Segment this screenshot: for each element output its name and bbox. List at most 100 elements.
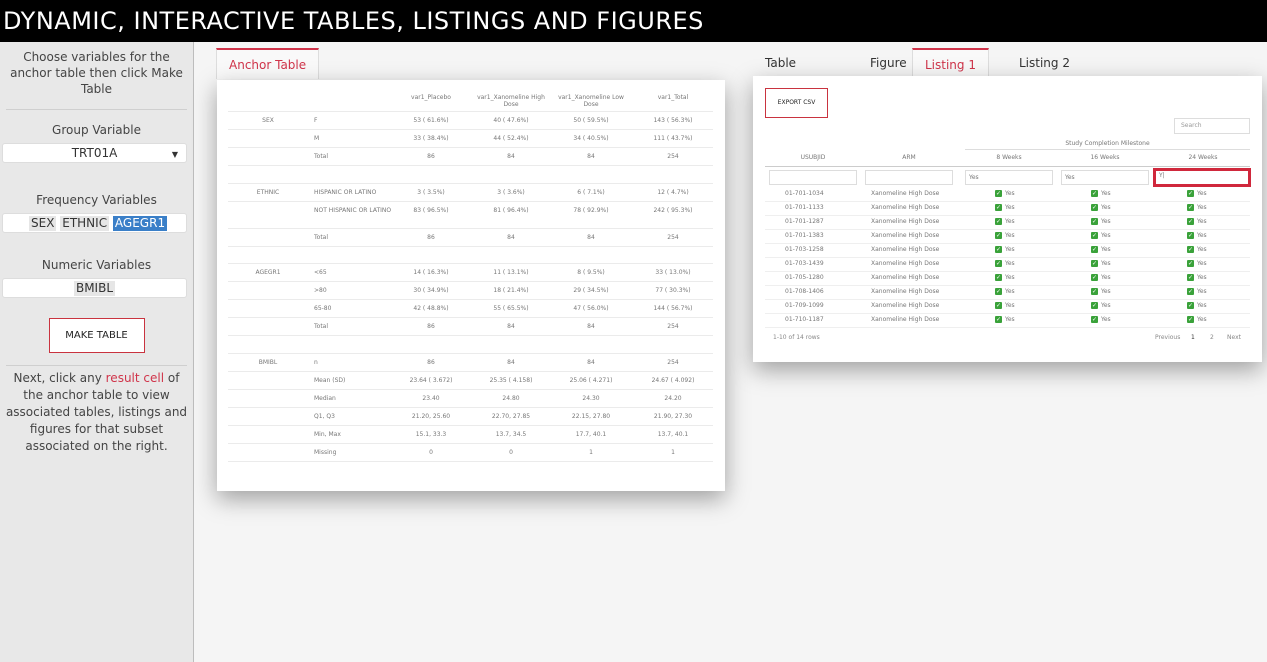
usubjid-cell: 01-708-1406 [785, 288, 824, 295]
tab-anchor-table[interactable]: Anchor Table [216, 48, 320, 79]
result-cell[interactable]: 86 [398, 234, 464, 241]
result-cell[interactable]: 23.40 [398, 395, 464, 402]
result-cell[interactable]: 86 [398, 359, 464, 366]
result-cell[interactable]: 15.1, 33.3 [398, 431, 464, 438]
result-cell[interactable]: 83 ( 96.5%) [398, 207, 464, 214]
anchor-label-cell: Q1, Q3 [314, 413, 335, 420]
col-16-weeks-header[interactable]: 16 Weeks [1061, 154, 1149, 164]
result-cell[interactable]: 77 ( 30.3%) [638, 287, 708, 294]
result-cell[interactable]: 84 [476, 359, 546, 366]
result-cell[interactable]: 12 ( 4.7%) [638, 189, 708, 196]
result-cell[interactable]: 0 [398, 449, 464, 456]
anchor-row: BMIBL n 86 84 84 254 [228, 354, 713, 372]
chip-sex[interactable]: SEX [29, 216, 57, 231]
result-cell[interactable]: 17.7, 40.1 [554, 431, 628, 438]
result-cell[interactable]: 55 ( 65.5%) [476, 305, 546, 312]
chip-bmibl[interactable]: BMIBL [73, 281, 116, 296]
result-cell[interactable]: 11 ( 13.1%) [476, 269, 546, 276]
result-cell[interactable]: 50 ( 59.5%) [554, 117, 628, 124]
result-cell[interactable]: 86 [398, 153, 464, 160]
result-cell[interactable]: 22.15, 27.80 [554, 413, 628, 420]
result-cell[interactable]: 13.7, 40.1 [638, 431, 708, 438]
result-cell[interactable]: 0 [476, 449, 546, 456]
result-cell[interactable]: 44 ( 52.4%) [476, 135, 546, 142]
result-cell[interactable]: 6 ( 7.1%) [554, 189, 628, 196]
check-icon: ✓ [1187, 260, 1194, 267]
result-cell[interactable]: 24.67 ( 4.092) [638, 377, 708, 384]
chip-ethnic[interactable]: ETHNIC [60, 216, 110, 231]
pagination-page-2[interactable]: 2 [1210, 334, 1214, 341]
result-cell[interactable]: 13.7, 34.5 [476, 431, 546, 438]
group-variable-select[interactable]: TRT01A ▼ [2, 143, 187, 163]
col-usubjid-filter-input[interactable] [769, 170, 857, 185]
result-cell[interactable]: 78 ( 92.9%) [554, 207, 628, 214]
pagination-previous[interactable]: Previous [1155, 334, 1180, 341]
pagination-next[interactable]: Next [1227, 334, 1241, 341]
result-cell[interactable]: 25.35 ( 4.158) [476, 377, 546, 384]
result-cell[interactable]: 30 ( 34.9%) [398, 287, 464, 294]
result-cell[interactable]: 254 [638, 153, 708, 160]
col-arm-filter-input[interactable] [865, 170, 953, 185]
col-24-weeks-filter-input[interactable]: Y| [1153, 168, 1251, 187]
result-cell[interactable]: 254 [638, 359, 708, 366]
result-cell[interactable]: 34 ( 40.5%) [554, 135, 628, 142]
tab-table[interactable]: Table [753, 48, 808, 79]
result-cell[interactable]: 14 ( 16.3%) [398, 269, 464, 276]
chip-agegr1[interactable]: AGEGR1 [112, 216, 168, 231]
result-cell[interactable]: 40 ( 47.6%) [476, 117, 546, 124]
result-cell[interactable]: 29 ( 34.5%) [554, 287, 628, 294]
result-cell[interactable]: 84 [554, 234, 628, 241]
result-cell[interactable]: 3 ( 3.6%) [476, 189, 546, 196]
result-cell[interactable]: 254 [638, 323, 708, 330]
col-usubjid-header[interactable]: USUBJID [769, 154, 857, 164]
result-cell[interactable]: 47 ( 56.0%) [554, 305, 628, 312]
result-cell[interactable]: 42 ( 48.8%) [398, 305, 464, 312]
result-cell[interactable]: 254 [638, 234, 708, 241]
col-8-weeks-header[interactable]: 8 Weeks [965, 154, 1053, 164]
result-cell[interactable]: 81 ( 96.4%) [476, 207, 546, 214]
result-cell[interactable]: 111 ( 43.7%) [638, 135, 708, 142]
result-cell[interactable]: 84 [554, 153, 628, 160]
export-csv-button[interactable]: EXPORT CSV [765, 88, 828, 118]
result-cell[interactable]: 23.64 ( 3.672) [398, 377, 464, 384]
result-cell[interactable]: 21.90, 27.30 [638, 413, 708, 420]
result-cell[interactable]: 18 ( 21.4%) [476, 287, 546, 294]
result-cell[interactable]: 24.80 [476, 395, 546, 402]
result-cell[interactable]: 24.20 [638, 395, 708, 402]
result-cell[interactable]: 33 ( 38.4%) [398, 135, 464, 142]
result-cell[interactable]: 1 [554, 449, 628, 456]
anchor-label-cell: n [314, 359, 318, 366]
tab-listing-2[interactable]: Listing 2 [1007, 48, 1082, 79]
result-cell[interactable]: 22.70, 27.85 [476, 413, 546, 420]
col-arm-header[interactable]: ARM [865, 154, 953, 164]
col-8-weeks-filter-input[interactable]: Yes [965, 170, 1053, 185]
result-cell[interactable]: 242 ( 95.3%) [638, 207, 708, 214]
result-cell[interactable]: 84 [476, 153, 546, 160]
result-cell[interactable]: 84 [554, 359, 628, 366]
result-cell[interactable]: 144 ( 56.7%) [638, 305, 708, 312]
search-input[interactable]: Search [1174, 118, 1250, 134]
milestone-cell: ✓ Yes [1091, 260, 1111, 267]
numeric-variables-input[interactable]: BMIBL [2, 278, 187, 298]
pagination-page-1[interactable]: 1 [1191, 334, 1195, 341]
frequency-variables-input[interactable]: SEX ETHNIC AGEGR1 [2, 213, 187, 233]
result-cell[interactable]: 86 [398, 323, 464, 330]
make-table-button[interactable]: MAKE TABLE [48, 318, 145, 353]
result-cell[interactable]: 21.20, 25.60 [398, 413, 464, 420]
result-cell[interactable]: 84 [476, 323, 546, 330]
result-cell[interactable]: 53 ( 61.6%) [398, 117, 464, 124]
result-cell[interactable]: 33 ( 13.0%) [638, 269, 708, 276]
result-cell[interactable]: 24.30 [554, 395, 628, 402]
tab-figure[interactable]: Figure [858, 48, 919, 79]
result-cell[interactable]: 25.06 ( 4.271) [554, 377, 628, 384]
col-24-weeks-header[interactable]: 24 Weeks [1157, 154, 1249, 164]
col-16-weeks-filter-input[interactable]: Yes [1061, 170, 1149, 185]
result-cell[interactable]: 8 ( 9.5%) [554, 269, 628, 276]
tab-listing-1[interactable]: Listing 1 [912, 48, 989, 79]
result-cell[interactable]: 3 ( 3.5%) [398, 189, 464, 196]
result-cell[interactable]: 84 [476, 234, 546, 241]
result-cell[interactable]: 84 [554, 323, 628, 330]
result-cell[interactable]: 1 [638, 449, 708, 456]
milestone-value: Yes [1101, 260, 1111, 267]
result-cell[interactable]: 143 ( 56.3%) [638, 117, 708, 124]
